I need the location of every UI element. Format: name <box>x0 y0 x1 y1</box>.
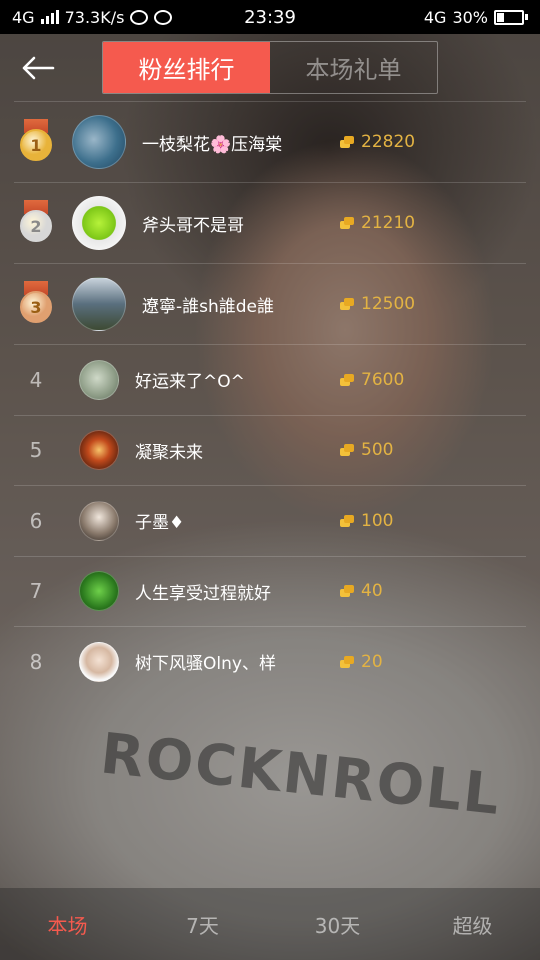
score-value: 7600 <box>361 369 405 390</box>
coin-stack-icon <box>340 217 355 229</box>
user-avatar[interactable] <box>79 571 119 612</box>
tab-30-days[interactable]: 30天 <box>270 888 405 960</box>
rank-slot: 8 <box>14 650 58 674</box>
signal-icon <box>40 10 59 24</box>
rank-slot: 3 <box>14 281 58 327</box>
user-name: 人生享受过程就好 <box>135 583 271 604</box>
coin-stack-icon <box>340 444 355 457</box>
user-name: 子墨♦ <box>135 513 185 534</box>
score-value: 21210 <box>361 213 416 233</box>
contribution-score: 7600 <box>340 370 404 390</box>
back-arrow-icon <box>22 56 55 80</box>
score-value: 12500 <box>361 294 416 314</box>
score-value: 22820 <box>361 132 416 152</box>
gold-medal-icon: 1 <box>18 119 54 165</box>
coin-stack-icon <box>340 655 355 668</box>
user-avatar[interactable] <box>72 115 126 169</box>
contribution-score: 12500 <box>340 294 415 314</box>
tab-7-days[interactable]: 7天 <box>135 888 270 960</box>
clock: 23:39 <box>244 6 296 28</box>
user-avatar[interactable] <box>79 430 119 471</box>
score-value: 20 <box>361 651 383 672</box>
rank-row-1[interactable]: 1 一枝梨花🌸压海棠 22820 <box>14 101 526 182</box>
battery-icon <box>494 9 528 25</box>
silver-medal-icon: 2 <box>18 200 54 246</box>
rank-row-3[interactable]: 3 遼寧-誰sh誰de誰 12500 <box>14 263 526 344</box>
status-bar: 4G 73.3K/s 23:39 4G 30% <box>0 0 540 34</box>
contribution-score: 22820 <box>340 132 415 152</box>
bronze-medal-icon: 3 <box>18 281 54 327</box>
rank-slot: 5 <box>14 438 58 462</box>
score-value: 100 <box>361 510 394 531</box>
user-avatar[interactable] <box>72 196 126 250</box>
rank-number: 8 <box>29 649 43 674</box>
contribution-score: 20 <box>340 652 383 672</box>
coin-stack-icon <box>340 585 355 598</box>
tab-gift-list[interactable]: 本场礼单 <box>270 42 437 93</box>
contribution-score: 100 <box>340 511 393 531</box>
rank-row-4[interactable]: 4 好运来了^O^ 7600 <box>14 344 526 415</box>
rank-row-5[interactable]: 5 凝聚未来 500 <box>14 414 526 486</box>
rank-slot: 1 <box>14 119 58 165</box>
battery-percent: 30% <box>452 7 488 27</box>
message-icon <box>130 9 149 25</box>
user-name: 树下风骚Olny、样 <box>135 654 276 675</box>
user-name: 遼寧-誰sh誰de誰 <box>142 296 275 317</box>
rank-slot: 7 <box>14 579 58 603</box>
fan-ranking-list: 1 一枝梨花🌸压海棠 22820 2 斧头哥不是哥 21210 3 遼寧-誰sh誰de誰 125… <box>0 101 540 697</box>
contribution-score: 21210 <box>340 213 415 233</box>
coin-stack-icon <box>340 373 355 386</box>
header-tabs: 粉丝排行 本场礼单 <box>102 41 438 94</box>
status-left: 4G 73.3K/s <box>12 7 173 27</box>
user-avatar[interactable] <box>72 277 126 331</box>
rank-slot: 6 <box>14 509 58 533</box>
user-name: 一枝梨花🌸压海棠 <box>142 134 283 155</box>
user-name: 凝聚未来 <box>135 442 203 463</box>
rank-row-8[interactable]: 8 树下风骚Olny、样 20 <box>14 626 526 697</box>
tab-this-session[interactable]: 本场 <box>0 888 135 960</box>
rank-slot: 4 <box>14 368 58 392</box>
tab-super[interactable]: 超级 <box>405 888 540 960</box>
rank-slot: 2 <box>14 200 58 246</box>
network-type: 4G <box>12 7 35 27</box>
contribution-score: 500 <box>340 440 393 460</box>
user-avatar[interactable] <box>79 500 119 541</box>
period-tabs: 本场 7天 30天 超级 <box>0 888 540 960</box>
network-speed: 73.3K/s <box>64 7 125 27</box>
tab-fan-ranking[interactable]: 粉丝排行 <box>103 42 270 93</box>
rank-number: 5 <box>29 438 43 463</box>
user-name: 好运来了^O^ <box>135 372 245 393</box>
medal-rank-number: 2 <box>20 210 52 242</box>
user-name: 斧头哥不是哥 <box>142 215 244 236</box>
status-right: 4G 30% <box>424 8 528 27</box>
rank-row-2[interactable]: 2 斧头哥不是哥 21210 <box>14 182 526 263</box>
medal-rank-number: 3 <box>20 291 52 323</box>
score-value: 500 <box>361 440 394 461</box>
header: 粉丝排行 本场礼单 <box>0 34 540 100</box>
rank-number: 6 <box>29 508 43 533</box>
score-value: 40 <box>361 581 383 602</box>
coin-stack-icon <box>340 136 355 148</box>
coin-stack-icon <box>340 298 355 310</box>
back-button[interactable] <box>18 48 58 88</box>
user-avatar[interactable] <box>79 359 119 400</box>
rank-row-6[interactable]: 6 子墨♦ 100 <box>14 485 526 556</box>
coin-stack-icon <box>340 514 355 527</box>
rank-number: 4 <box>29 367 43 392</box>
network-type-right: 4G <box>423 7 447 27</box>
medal-rank-number: 1 <box>20 129 52 161</box>
wechat-icon <box>154 9 173 25</box>
rank-row-7[interactable]: 7 人生享受过程就好 40 <box>14 555 526 627</box>
contribution-score: 40 <box>340 581 383 601</box>
user-avatar[interactable] <box>79 641 119 682</box>
rank-number: 7 <box>29 579 43 604</box>
